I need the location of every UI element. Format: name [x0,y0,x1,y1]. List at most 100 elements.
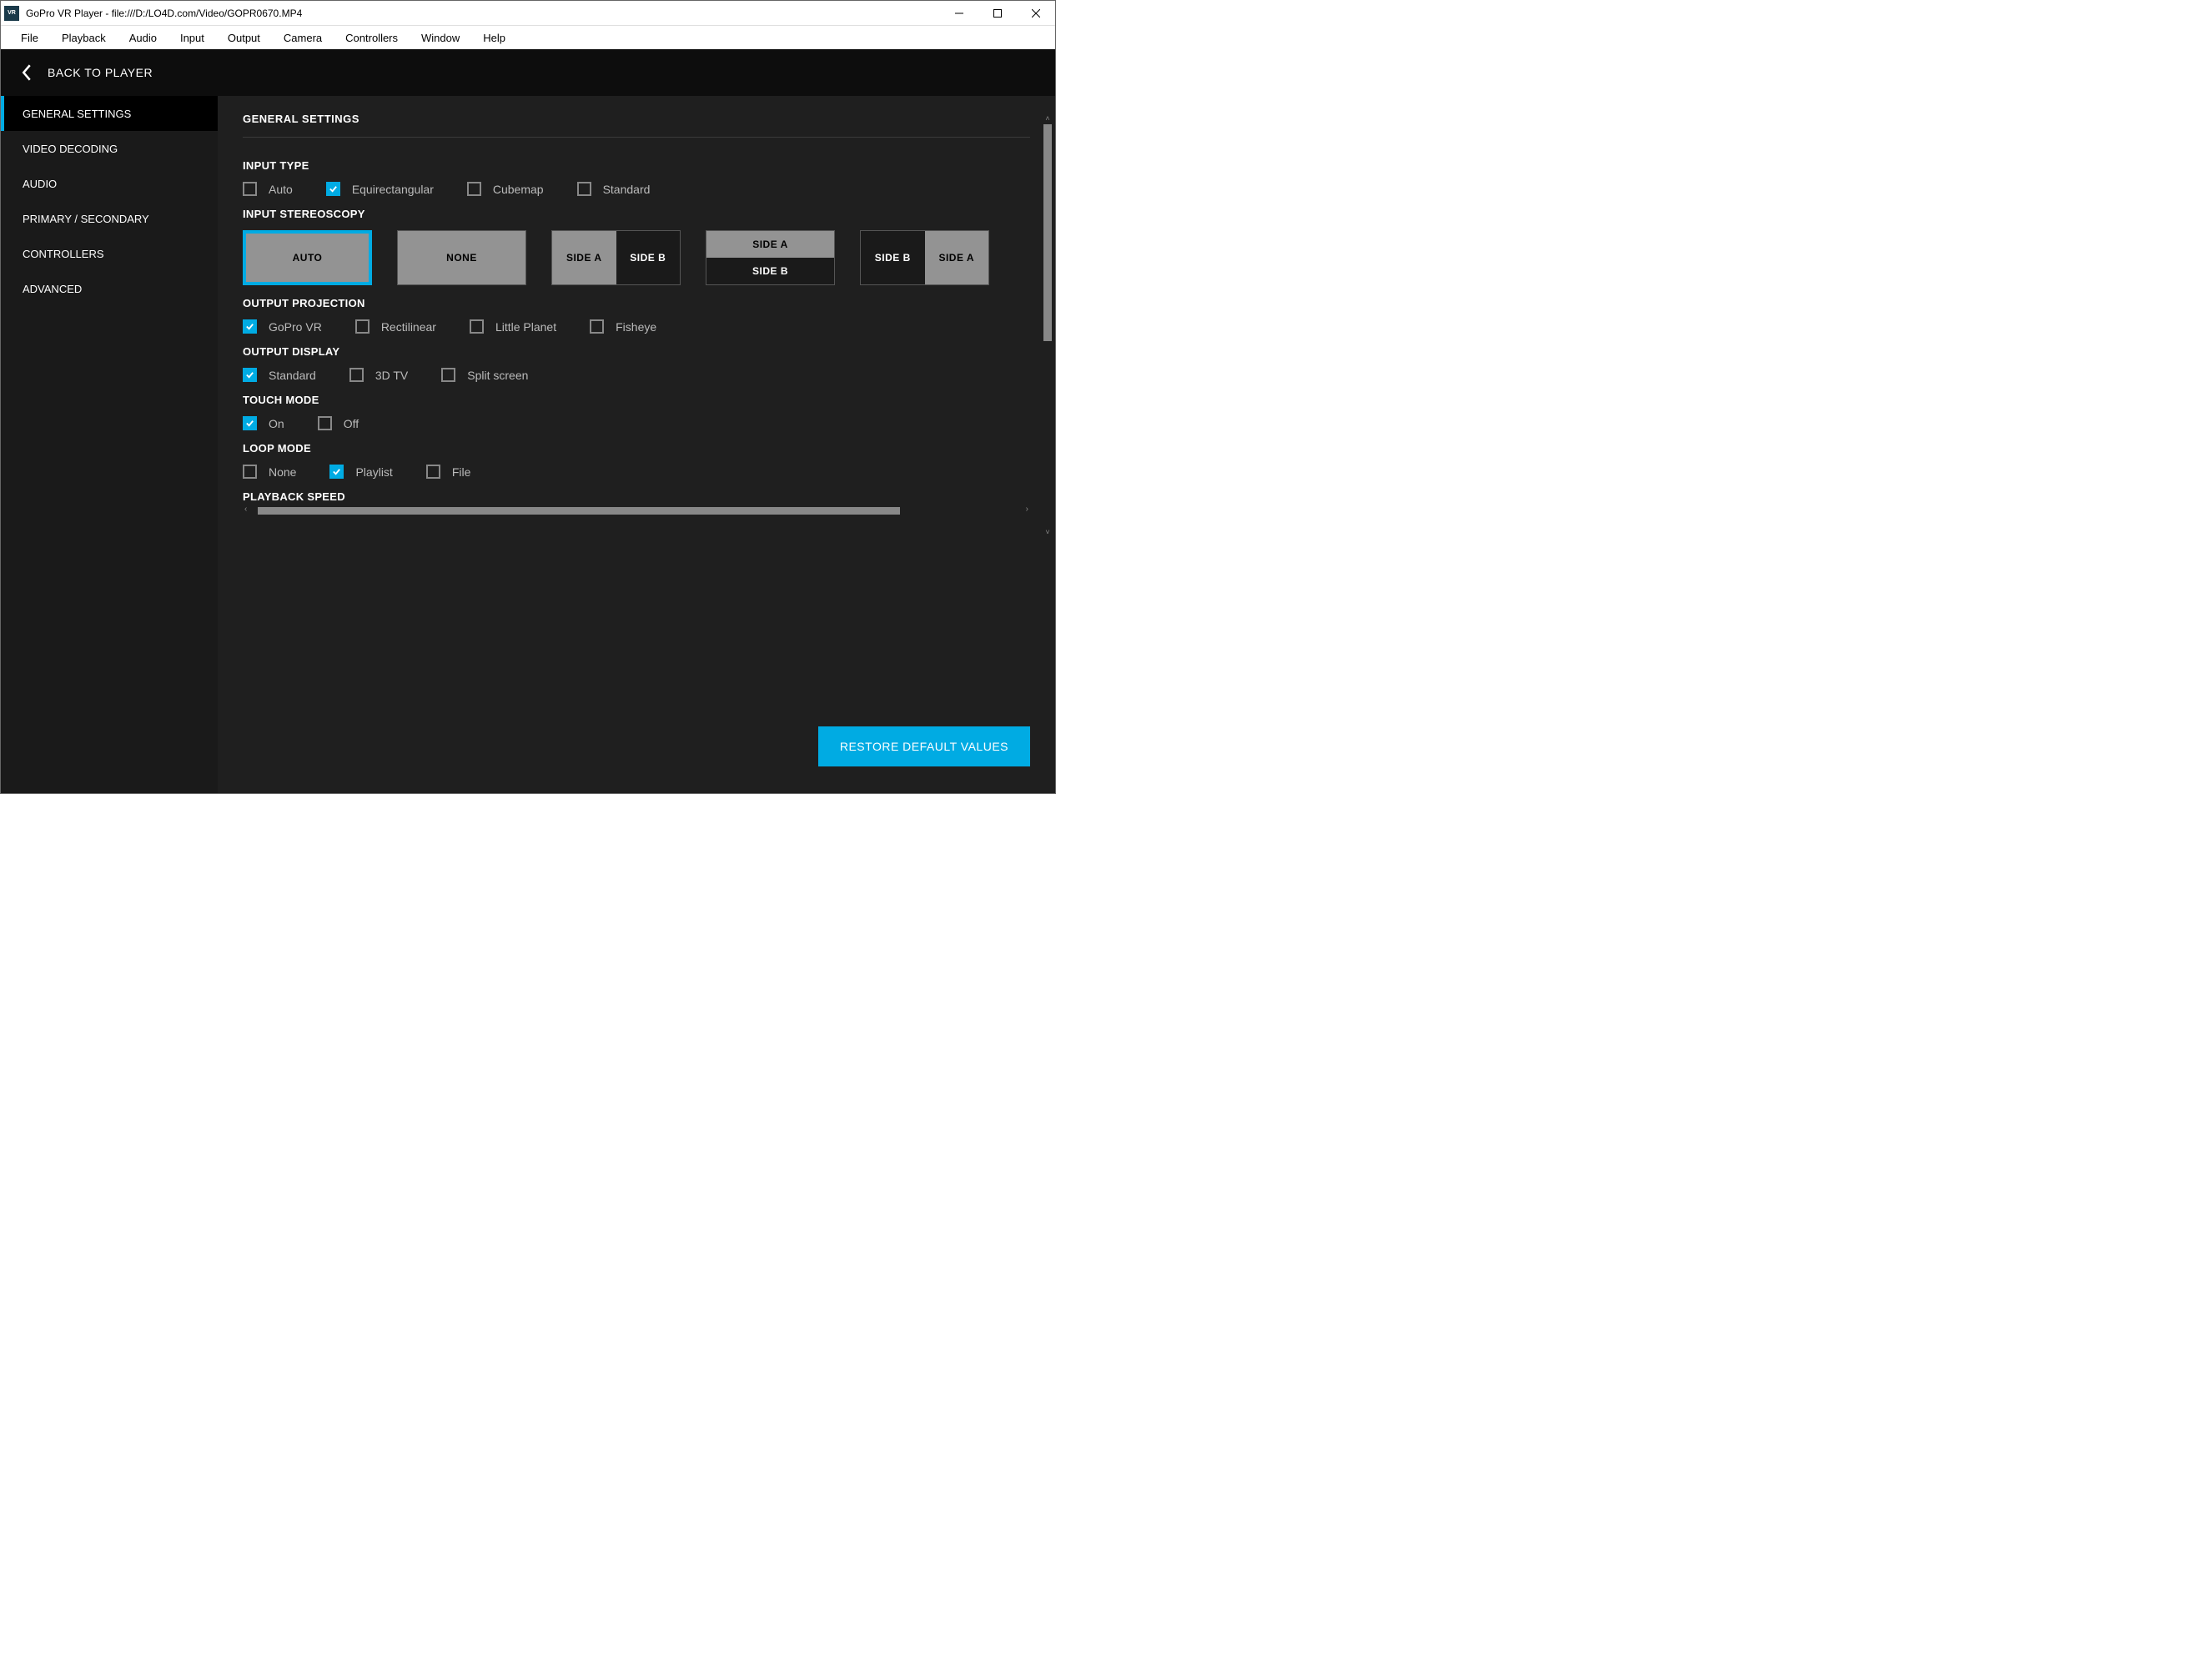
section-title-input-stereoscopy: INPUT STEREOSCOPY [243,208,1030,220]
scroll-left-arrow-icon[interactable]: ‹ [244,505,247,514]
settings-sidebar: GENERAL SETTINGS VIDEO DECODING AUDIO PR… [1,96,218,793]
scrollbar-thumb[interactable] [258,507,900,515]
checkbox-label: Playlist [355,465,392,479]
sidebar-item-label: VIDEO DECODING [23,143,118,155]
section-title-output-display: OUTPUT DISPLAY [243,345,1030,358]
horizontal-scrollbar[interactable]: ‹ › [243,505,1030,516]
checkbox-touch-off[interactable]: Off [318,416,359,430]
checkbox-label: On [269,417,284,430]
checkbox-projection-rectilinear[interactable]: Rectilinear [355,319,436,334]
output-projection-options: GoPro VR Rectilinear Little Planet Fishe… [243,319,1030,334]
output-display-options: Standard 3D TV Split screen [243,368,1030,382]
checkbox-loop-file[interactable]: File [426,465,471,479]
checkbox-label: Off [344,417,359,430]
close-button[interactable] [1017,1,1055,26]
section-title-input-type: INPUT TYPE [243,159,1030,172]
section-title-loop-mode: LOOP MODE [243,442,1030,455]
settings-main: GENERAL SETTINGS ˄ ˅ INPUT TYPE Auto Equ… [218,96,1055,793]
menu-window[interactable]: Window [410,28,471,48]
titlebar: VR GoPro VR Player - file:///D:/LO4D.com… [1,1,1055,26]
sidebar-item-label: PRIMARY / SECONDARY [23,213,149,225]
sidebar-item-controllers[interactable]: CONTROLLERS [1,236,218,271]
checkbox-projection-fisheye[interactable]: Fisheye [590,319,656,334]
menu-input[interactable]: Input [168,28,216,48]
sidebar-item-primary-secondary[interactable]: PRIMARY / SECONDARY [1,201,218,236]
tile-side-b: SIDE B [630,252,666,264]
checkbox-label: Standard [603,183,651,196]
footer: RESTORE DEFAULT VALUES [218,705,1055,793]
touch-mode-options: On Off [243,416,1030,430]
menu-output[interactable]: Output [216,28,272,48]
stereo-tile-left-right[interactable]: SIDE A SIDE B [551,230,681,285]
menu-audio[interactable]: Audio [118,28,168,48]
window-title: GoPro VR Player - file:///D:/LO4D.com/Vi… [26,8,302,19]
menu-camera[interactable]: Camera [272,28,334,48]
checkbox-label: Standard [269,369,316,382]
sidebar-item-label: AUDIO [23,178,57,190]
app-icon: VR [4,6,19,21]
tile-side-a: SIDE A [752,239,788,250]
checkbox-label: Split screen [467,369,528,382]
tile-side-a: SIDE A [566,252,602,264]
minimize-button[interactable] [940,1,978,26]
sidebar-item-label: GENERAL SETTINGS [23,108,131,120]
sidebar-item-audio[interactable]: AUDIO [1,166,218,201]
checkbox-input-equirectangular[interactable]: Equirectangular [326,182,434,196]
menu-playback[interactable]: Playback [50,28,118,48]
section-title-output-projection: OUTPUT PROJECTION [243,297,1030,309]
checkbox-display-3dtv[interactable]: 3D TV [349,368,408,382]
loop-mode-options: None Playlist File [243,465,1030,479]
checkbox-touch-on[interactable]: On [243,416,284,430]
back-label: BACK TO PLAYER [48,66,153,79]
tile-side-a: SIDE A [938,252,974,264]
restore-defaults-button[interactable]: RESTORE DEFAULT VALUES [818,726,1030,766]
tile-side-b: SIDE B [752,265,788,277]
app-content: LO4D.com LO4D.com LO4D.com BACK TO PLAYE… [1,49,1055,793]
section-title-playback-speed: PLAYBACK SPEED [243,490,1030,503]
stereo-tile-right-left[interactable]: SIDE B SIDE A [860,230,989,285]
scroll-up-arrow-icon[interactable]: ˄ [1042,113,1053,124]
checkbox-label: Cubemap [493,183,544,196]
sidebar-item-advanced[interactable]: ADVANCED [1,271,218,306]
sidebar-item-video-decoding[interactable]: VIDEO DECODING [1,131,218,166]
input-type-options: Auto Equirectangular Cubemap Standard [243,182,1030,196]
menubar: File Playback Audio Input Output Camera … [1,26,1055,49]
checkbox-projection-little-planet[interactable]: Little Planet [470,319,556,334]
checkbox-loop-none[interactable]: None [243,465,296,479]
checkbox-label: Equirectangular [352,183,434,196]
checkbox-label: GoPro VR [269,320,322,334]
stereo-tile-none[interactable]: NONE [397,230,526,285]
scroll-right-arrow-icon[interactable]: › [1026,505,1028,514]
menu-help[interactable]: Help [471,28,517,48]
tile-label: AUTO [293,252,323,264]
checkbox-label: Auto [269,183,293,196]
checkbox-label: File [452,465,471,479]
checkbox-label: 3D TV [375,369,408,382]
back-to-player-button[interactable]: BACK TO PLAYER [1,49,1055,96]
checkbox-input-auto[interactable]: Auto [243,182,293,196]
checkbox-label: Little Planet [495,320,556,334]
page-title: GENERAL SETTINGS [218,96,1055,137]
menu-file[interactable]: File [9,28,50,48]
stereo-tile-auto[interactable]: AUTO [243,230,372,285]
sidebar-item-label: CONTROLLERS [23,248,104,260]
menu-controllers[interactable]: Controllers [334,28,410,48]
section-title-touch-mode: TOUCH MODE [243,394,1030,406]
sidebar-item-general[interactable]: GENERAL SETTINGS [1,96,218,131]
checkbox-label: None [269,465,296,479]
checkbox-loop-playlist[interactable]: Playlist [329,465,392,479]
checkbox-input-cubemap[interactable]: Cubemap [467,182,544,196]
scroll-area: INPUT TYPE Auto Equirectangular Cubemap … [218,148,1055,705]
maximize-button[interactable] [978,1,1017,26]
stereoscopy-options: AUTO NONE SIDE A SIDE B SIDE A SIDE B SI… [243,230,1030,285]
checkbox-display-standard[interactable]: Standard [243,368,316,382]
sidebar-item-label: ADVANCED [23,283,82,295]
checkbox-display-split-screen[interactable]: Split screen [441,368,528,382]
divider [243,137,1030,138]
tile-side-b: SIDE B [875,252,911,264]
checkbox-projection-gopro-vr[interactable]: GoPro VR [243,319,322,334]
window-controls [940,1,1055,26]
chevron-left-icon [21,64,33,81]
stereo-tile-top-bottom[interactable]: SIDE A SIDE B [706,230,835,285]
checkbox-input-standard[interactable]: Standard [577,182,651,196]
